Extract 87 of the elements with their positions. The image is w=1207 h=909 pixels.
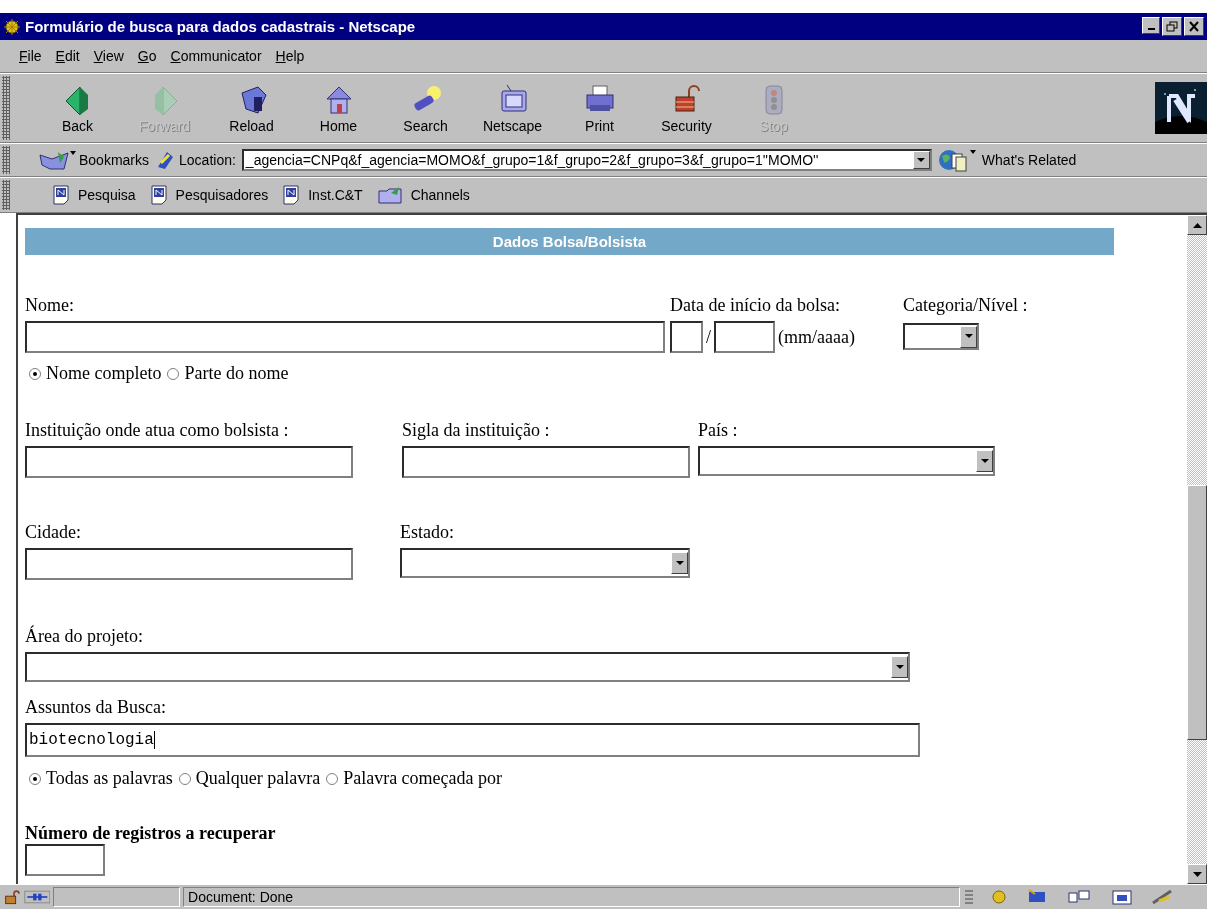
dropdown[interactable] bbox=[25, 652, 910, 682]
minimize-button[interactable] bbox=[1142, 17, 1160, 34]
field-label: Categoria/Nível : bbox=[903, 295, 1029, 315]
radio-label: Parte do nome bbox=[184, 363, 289, 384]
toolbar-button[interactable]: Back bbox=[34, 82, 121, 134]
location-field[interactable]: _agencia=CNPq&f_agencia=MOMO&f_grupo=1&f_grupo=2&f_grupo=3&f_grupo=1''MOMO'' bbox=[241, 149, 932, 171]
bookmark-link[interactable]: Pesquisadores bbox=[149, 185, 269, 205]
text-field[interactable] bbox=[25, 844, 105, 876]
text-field[interactable] bbox=[25, 548, 353, 580]
down-arrow-icon bbox=[1192, 871, 1202, 877]
dropdown[interactable] bbox=[400, 548, 690, 578]
bookmark-link[interactable]: Inst.C&T bbox=[282, 185, 363, 205]
field-label: Assuntos da Busca: bbox=[25, 697, 167, 717]
field-label: Nome: bbox=[25, 295, 75, 315]
menu-item[interactable]: Edit bbox=[55, 48, 80, 64]
menu-item[interactable]: Communicator bbox=[170, 48, 262, 64]
toolbar-button[interactable]: Search bbox=[382, 82, 469, 134]
field-label: Cidade: bbox=[25, 522, 82, 542]
date-separator: / bbox=[706, 326, 711, 348]
toolbar-button[interactable]: Print bbox=[556, 82, 643, 134]
toolbar-grip[interactable] bbox=[2, 180, 10, 210]
page-icon bbox=[52, 185, 70, 205]
minimize-icon bbox=[1147, 28, 1155, 30]
close-icon bbox=[1187, 20, 1201, 33]
menu-item[interactable]: View bbox=[93, 48, 124, 64]
toolbar-button[interactable]: Netscape bbox=[469, 82, 556, 134]
radio-button[interactable] bbox=[29, 772, 41, 785]
dropdown-arrow-icon bbox=[675, 560, 684, 566]
dropdown-arrow-icon bbox=[980, 458, 989, 464]
text-field[interactable]: biotecnologia bbox=[25, 723, 920, 757]
padlock-icon bbox=[4, 888, 21, 906]
section-header: Dados Bolsa/Bolsista bbox=[25, 228, 1114, 255]
menu-item[interactable]: Go bbox=[137, 48, 157, 64]
field-label: Sigla da instituição : bbox=[402, 420, 551, 440]
restore-button[interactable] bbox=[1162, 17, 1182, 36]
menu-item[interactable]: Help bbox=[275, 48, 305, 64]
restore-icon bbox=[1165, 20, 1179, 33]
dropdown-arrow-icon bbox=[964, 334, 973, 339]
page-icon bbox=[282, 185, 301, 205]
dropdown[interactable] bbox=[903, 323, 979, 350]
globe-icon bbox=[937, 148, 978, 172]
location-label: Location: bbox=[179, 152, 236, 168]
bookmarks-button[interactable]: Bookmarks bbox=[20, 149, 150, 171]
text-field[interactable] bbox=[670, 321, 703, 353]
plug-icon bbox=[23, 888, 51, 906]
radio-button[interactable] bbox=[29, 367, 41, 380]
dropdown-arrow-icon bbox=[895, 664, 904, 670]
toolbar-grip[interactable] bbox=[2, 76, 10, 140]
field-label: Área do projeto: bbox=[25, 626, 144, 646]
menu-item[interactable]: File bbox=[19, 48, 42, 64]
bookmark-link[interactable]: Pesquisa bbox=[52, 185, 136, 205]
app-icon bbox=[3, 17, 21, 36]
text-field[interactable] bbox=[402, 446, 690, 478]
date-format-hint: (mm/aaaa) bbox=[778, 327, 855, 347]
dropdown-arrow-icon bbox=[917, 157, 926, 163]
radio-label: Palavra começada por bbox=[343, 768, 503, 789]
field-label: Data de início da bolsa: bbox=[670, 295, 841, 315]
section-heading: Número de registros a recuperar bbox=[25, 823, 277, 844]
toolbar-button[interactable]: Reload bbox=[208, 82, 295, 134]
toolbar-grip[interactable] bbox=[2, 146, 10, 174]
whats-related-button[interactable]: What's Related bbox=[937, 148, 1077, 172]
status-text: Document: Done bbox=[188, 889, 294, 905]
radio-label: Qualquer palavra bbox=[195, 768, 321, 789]
toolbar-button[interactable]: Home bbox=[295, 82, 382, 134]
close-button[interactable] bbox=[1184, 17, 1204, 36]
folder-icon bbox=[376, 185, 403, 205]
location-icon bbox=[155, 149, 176, 171]
dropdown[interactable] bbox=[698, 446, 995, 476]
bookmark-folder-icon bbox=[38, 149, 76, 171]
text-field[interactable] bbox=[25, 446, 353, 478]
scrollbar[interactable] bbox=[1187, 215, 1207, 884]
radio-button[interactable] bbox=[167, 367, 180, 380]
radio-button[interactable] bbox=[326, 772, 339, 785]
page-icon bbox=[149, 185, 168, 205]
up-arrow-icon bbox=[1192, 222, 1202, 228]
text-field[interactable] bbox=[714, 321, 775, 353]
logo-icon bbox=[1155, 82, 1207, 134]
field-label: Instituição onde atua como bolsista : bbox=[25, 420, 290, 440]
toolbar-button[interactable]: Security bbox=[643, 82, 730, 134]
radio-button[interactable] bbox=[178, 772, 191, 785]
text-field[interactable] bbox=[25, 321, 665, 353]
field-label: Estado: bbox=[400, 522, 455, 542]
radio-label: Todas as palavras bbox=[46, 768, 173, 789]
radio-label: Nome completo bbox=[46, 363, 162, 384]
window-title: Formulário de busca para dados cadastrais - Netscape bbox=[25, 18, 417, 35]
field-label: País : bbox=[698, 420, 739, 440]
bookmark-link[interactable]: Channels bbox=[376, 185, 470, 205]
